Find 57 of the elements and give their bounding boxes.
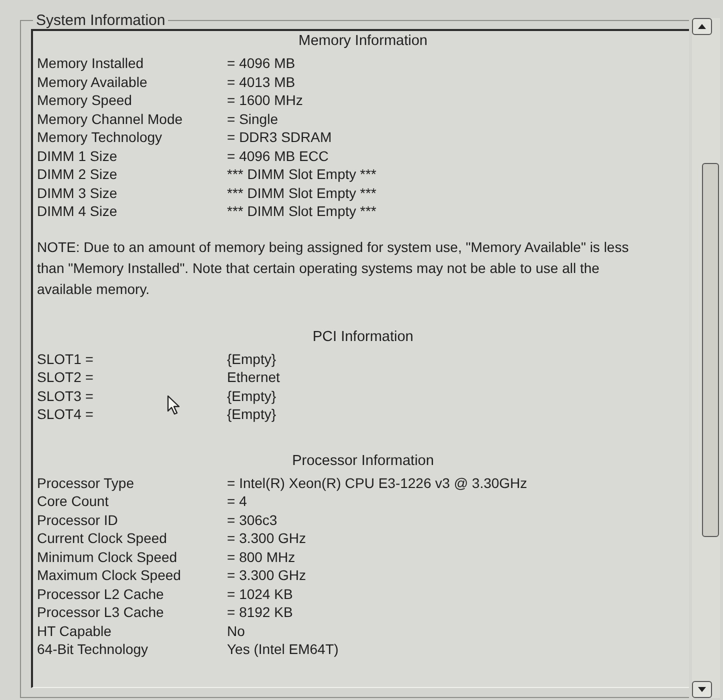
field-label: HT Capable [37,622,112,639]
field-value: = 3.300 GHz [227,567,306,584]
field-label: SLOT1 = [37,350,94,367]
field-value: = DDR3 SDRAM [227,129,332,146]
field-label: Processor Type [37,474,134,491]
field-value: No [227,622,245,639]
field-value: {Empty} [227,388,276,404]
field-label: 64-Bit Technology [37,641,148,658]
field-label: DIMM 2 Size [37,166,118,182]
field-value: = 306c3 [227,512,278,528]
field-value: = 4 [227,493,247,510]
field-value: *** DIMM Slot Empty *** [227,184,376,201]
field-label: SLOT3 = [37,388,94,404]
scroll-down-button[interactable] [692,681,712,698]
field-value: = 1024 KB [227,586,293,602]
field-label: SLOT4 = [37,406,94,422]
field-label: Minimum Clock Speed [37,548,178,565]
group-title: System Information [35,12,166,29]
field-label: Memory Available [37,74,148,90]
field-value: Ethernet [227,369,280,386]
field-value: = 4013 MB [227,74,296,90]
field-value: = 3.300 GHz [227,530,306,546]
field-label: Maximum Clock Speed [37,567,181,584]
field-label: Current Clock Speed [37,530,167,546]
field-value: = 1600 MHz [227,92,303,108]
scrollbar-thumb[interactable] [702,163,719,537]
field-label: Memory Speed [37,92,132,108]
field-label: Processor ID [37,512,118,528]
field-label: DIMM 1 Size [37,148,118,164]
scroll-up-button[interactable] [692,18,712,35]
field-value: = 4096 MB ECC [227,148,329,164]
field-value: = Intel(R) Xeon(R) CPU E3-1226 v3 @ 3.30GHz [227,474,528,491]
field-value: {Empty} [227,350,276,367]
field-label: Core Count [37,493,109,510]
section-heading: PCI Information [312,328,414,346]
field-label: Processor L3 Cache [37,604,164,620]
field-label: Memory Installed [37,55,144,72]
field-value: Yes (Intel EM64T) [227,641,339,658]
field-value: = 8192 KB [227,604,293,620]
caret-down-icon [698,687,706,692]
field-value: = Single [227,110,278,127]
field-label: Processor L2 Cache [37,586,164,602]
field-value: *** DIMM Slot Empty *** [227,203,376,220]
field-value: *** DIMM Slot Empty *** [227,166,376,182]
field-value: = 4096 MB [227,55,296,72]
section-heading: Processor Information [292,452,434,470]
cursor-arrow-icon [167,395,180,415]
memory-note: NOTE: Due to an amount of memory being assigned for system use, "Memory Available" is less than "Memory Installed". Note that certain operating systems may not be able to use all the available memory. [37,238,630,299]
field-label: SLOT2 = [37,369,94,386]
field-value: = 800 MHz [227,548,296,565]
field-value: {Empty} [227,406,276,422]
caret-up-icon [698,24,706,29]
field-label: DIMM 3 Size [37,184,118,201]
section-heading: Memory Information [298,32,428,50]
field-label: Memory Channel Mode [37,110,183,127]
field-label: Memory Technology [37,129,162,146]
field-label: DIMM 4 Size [37,203,118,220]
